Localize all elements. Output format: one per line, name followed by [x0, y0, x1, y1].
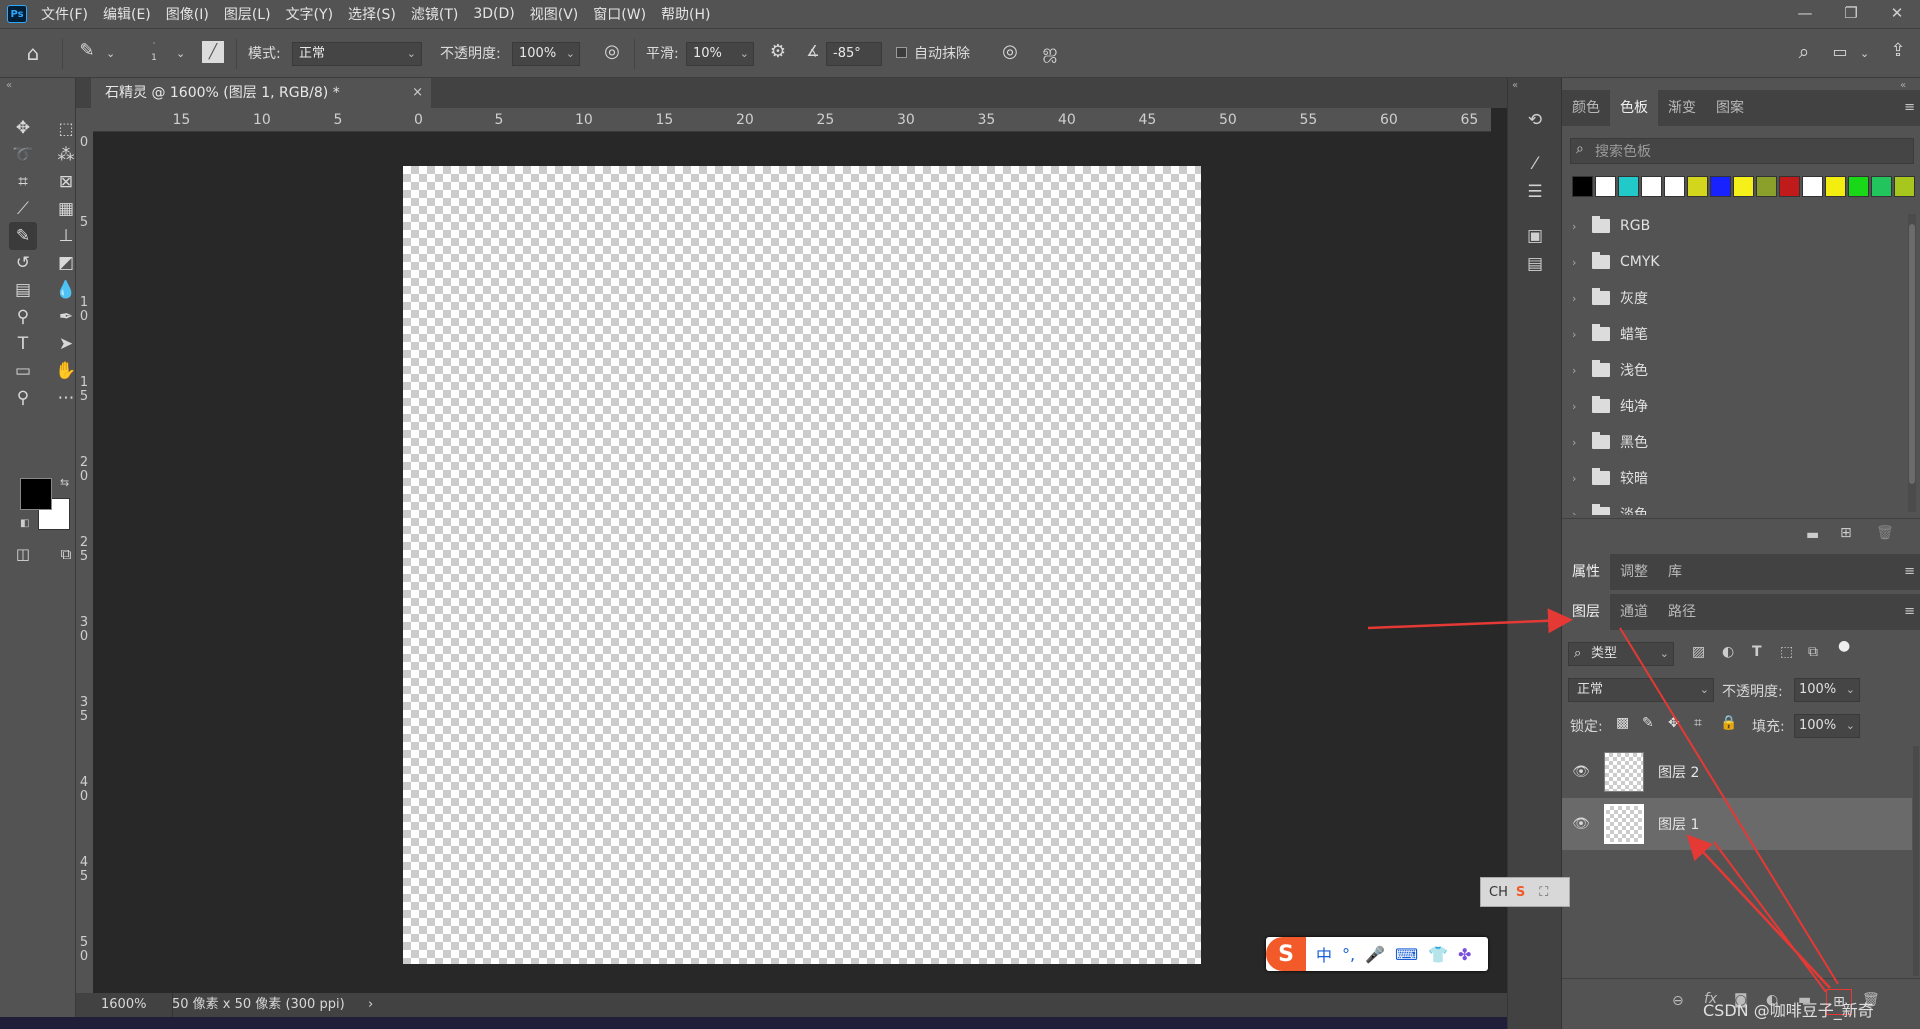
annotation-arrows: [1367, 608, 1839, 993]
arrow-to-new-layer-2: [1713, 841, 1827, 993]
arrow-to-new-layer: [1686, 834, 1831, 989]
watermark: CSDN @咖啡豆子_新奇: [1703, 1001, 1874, 1020]
arrow-line: [1619, 627, 1839, 985]
arrow-to-layers-tab: [1367, 608, 1573, 634]
